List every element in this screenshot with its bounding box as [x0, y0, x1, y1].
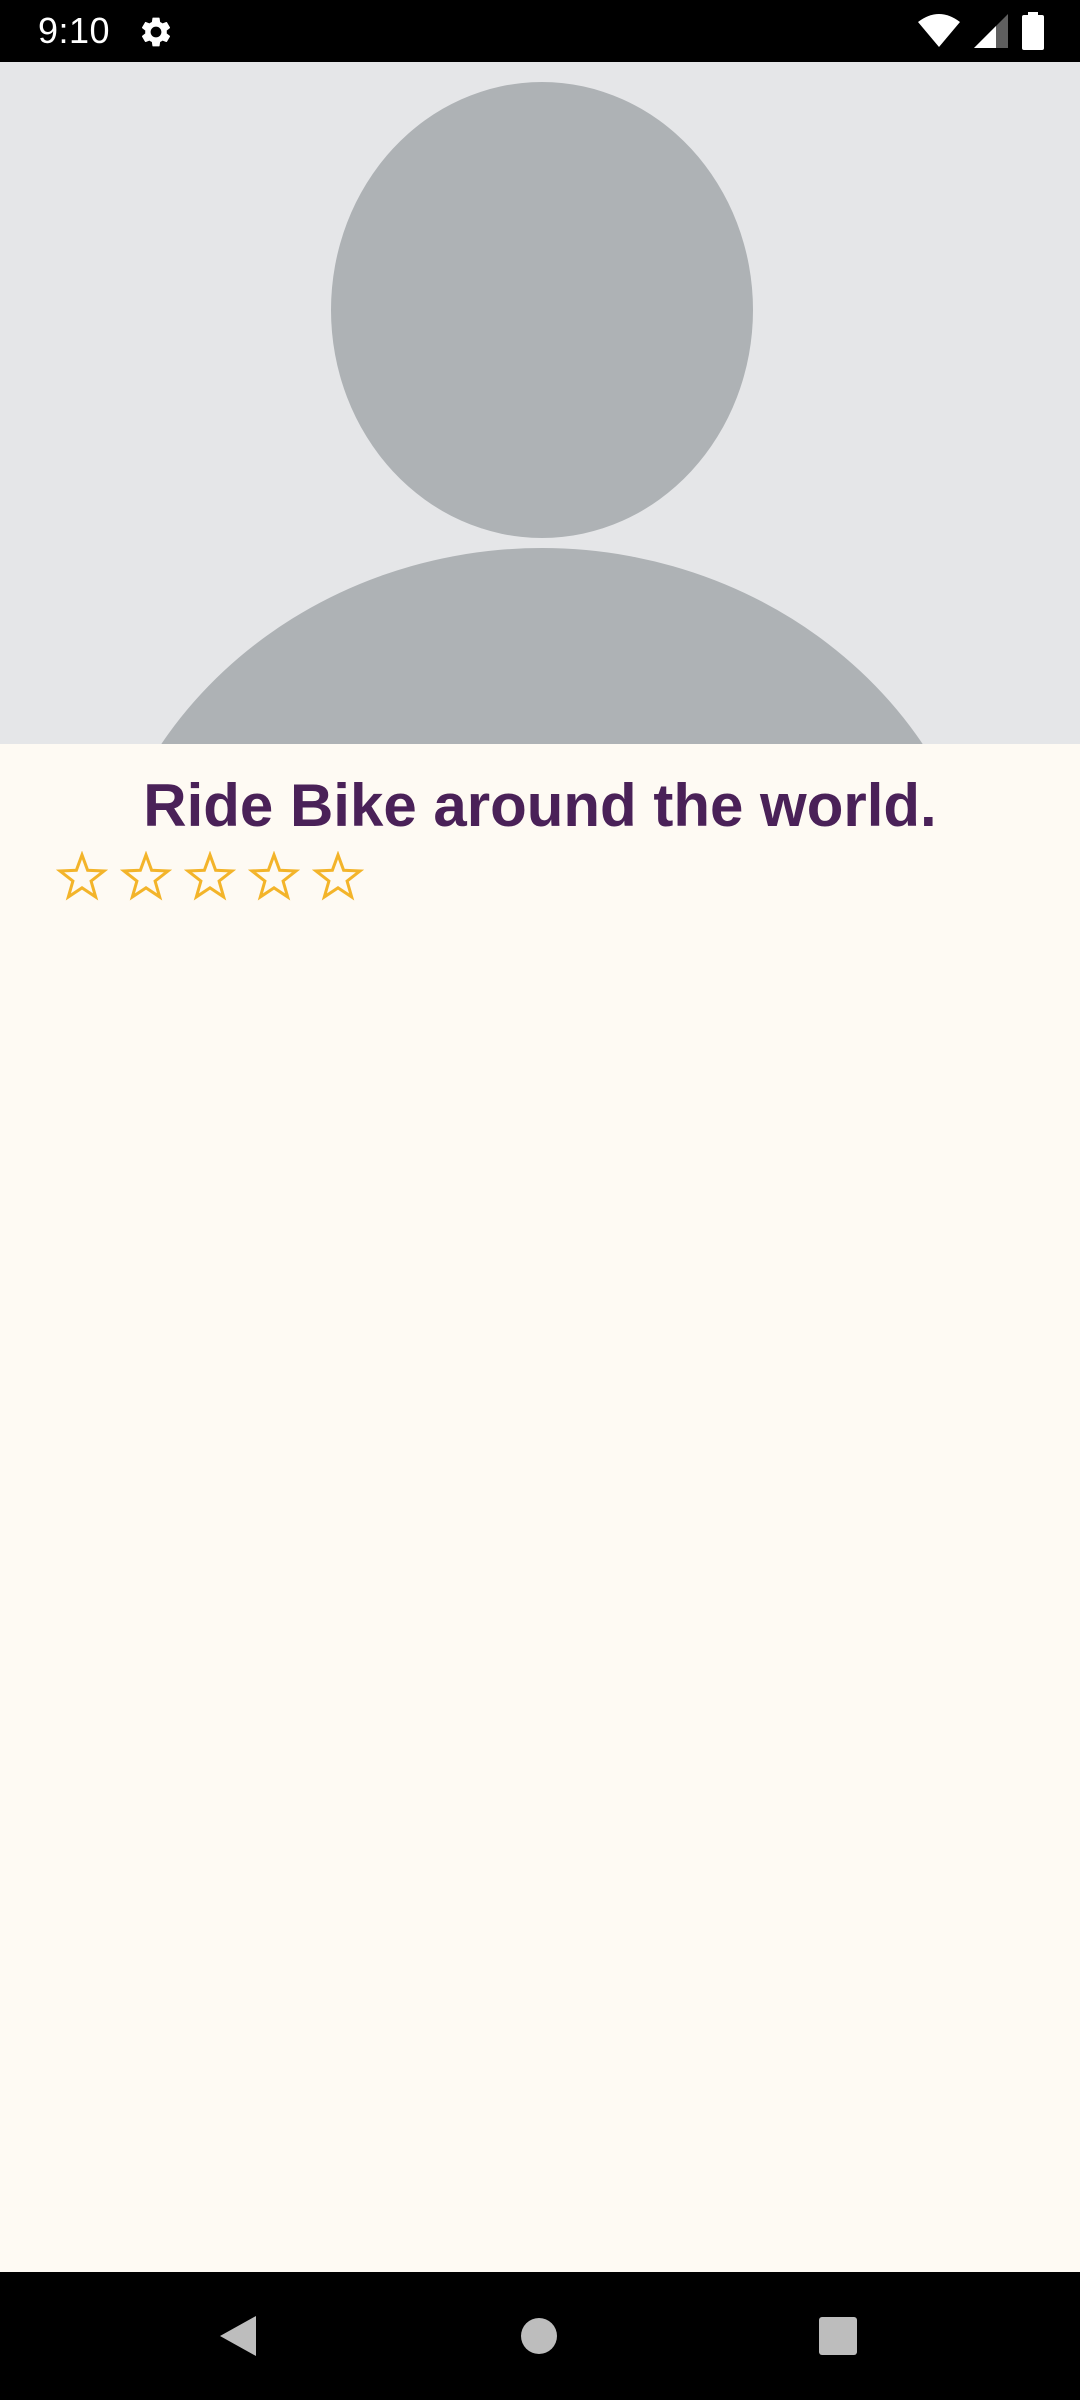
star-icon[interactable] — [312, 851, 364, 903]
star-icon[interactable] — [56, 851, 108, 903]
home-button[interactable] — [479, 2272, 599, 2400]
recents-icon — [819, 2317, 857, 2355]
cellular-signal-icon — [974, 14, 1008, 48]
settings-gear-icon — [141, 17, 171, 47]
hero-image — [0, 62, 1080, 744]
recents-button[interactable] — [778, 2272, 898, 2400]
back-button[interactable] — [178, 2272, 298, 2400]
navigation-bar — [0, 2272, 1080, 2400]
status-bar: 9:10 — [0, 0, 1080, 62]
home-icon — [521, 2318, 557, 2354]
star-icon[interactable] — [184, 851, 236, 903]
back-icon — [220, 2316, 256, 2356]
status-icons — [918, 12, 1044, 50]
battery-icon — [1022, 12, 1044, 50]
screen: 9:10 Ride Bike around the world. — [0, 0, 1080, 2400]
star-icon[interactable] — [248, 851, 300, 903]
status-time: 9:10 — [38, 10, 111, 51]
content-area: Ride Bike around the world. — [0, 744, 1080, 2272]
page-title: Ride Bike around the world. — [143, 772, 937, 839]
wifi-icon — [918, 14, 960, 47]
star-icon[interactable] — [120, 851, 172, 903]
person-placeholder-icon — [161, 82, 923, 744]
rating-bar[interactable] — [56, 851, 364, 903]
